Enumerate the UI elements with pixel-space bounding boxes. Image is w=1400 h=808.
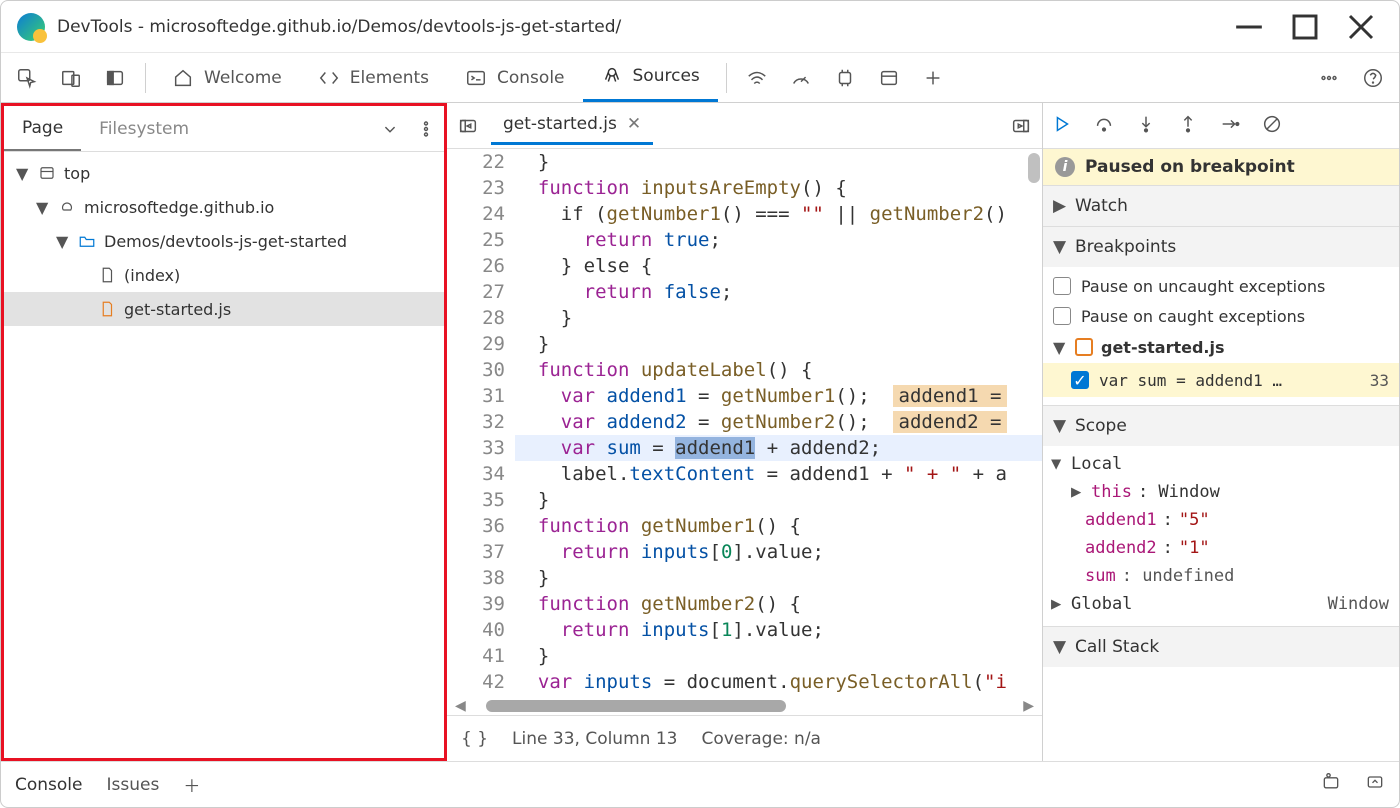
vertical-scrollbar[interactable] bbox=[1026, 149, 1042, 697]
scope-this[interactable]: ▶this: Window bbox=[1051, 478, 1389, 506]
add-drawer-tab[interactable]: ＋ bbox=[183, 772, 200, 797]
tree-top[interactable]: ▼top bbox=[4, 156, 444, 190]
drawer-console[interactable]: Console bbox=[15, 775, 83, 795]
debugger-pane: iPaused on breakpoint ▶Watch ▼Breakpoint… bbox=[1043, 103, 1399, 761]
drawer-issues[interactable]: Issues bbox=[107, 775, 160, 795]
tree-file-selected[interactable]: get-started.js bbox=[4, 292, 444, 326]
section-scope[interactable]: ▼Scope bbox=[1043, 406, 1399, 446]
performance-icon[interactable] bbox=[779, 54, 823, 102]
editor-status-bar: { } Line 33, Column 13 Coverage: n/a bbox=[447, 715, 1042, 761]
close-button[interactable] bbox=[1339, 11, 1383, 43]
add-tab-icon[interactable] bbox=[911, 54, 955, 102]
device-toolbar-icon[interactable] bbox=[49, 54, 93, 102]
tab-filesystem[interactable]: Filesystem bbox=[81, 106, 207, 151]
window: DevTools - microsoftedge.github.io/Demos… bbox=[0, 0, 1400, 808]
breakpoint-file[interactable]: ▼get-started.js bbox=[1053, 331, 1389, 363]
maximize-button[interactable] bbox=[1283, 11, 1327, 43]
minimize-button[interactable] bbox=[1227, 11, 1271, 43]
scope-addend2: addend2: "1" bbox=[1051, 534, 1389, 562]
tree-index[interactable]: (index) bbox=[4, 258, 444, 292]
tree-host[interactable]: ▼microsoftedge.github.io bbox=[4, 190, 444, 224]
paused-banner: iPaused on breakpoint bbox=[1043, 149, 1399, 185]
tab-sources[interactable]: Sources bbox=[583, 54, 718, 102]
pretty-print-icon[interactable]: { } bbox=[461, 729, 488, 749]
close-tab-icon[interactable]: ✕ bbox=[627, 114, 641, 134]
file-tree: ▼top ▼microsoftedge.github.io ▼Demos/dev… bbox=[4, 152, 444, 758]
tab-page[interactable]: Page bbox=[4, 106, 81, 151]
coverage-status: Coverage: n/a bbox=[701, 729, 821, 749]
step-button[interactable] bbox=[1219, 113, 1241, 139]
toggle-navigator-icon[interactable] bbox=[453, 102, 483, 150]
tab-welcome[interactable]: Welcome bbox=[154, 54, 300, 102]
cursor-position: Line 33, Column 13 bbox=[512, 729, 677, 749]
file-tab[interactable]: get-started.js✕ bbox=[491, 107, 653, 145]
step-out-button[interactable] bbox=[1177, 113, 1199, 139]
tree-folder[interactable]: ▼Demos/devtools-js-get-started bbox=[4, 224, 444, 258]
edge-devtools-icon bbox=[17, 13, 45, 41]
tab-elements[interactable]: Elements bbox=[300, 54, 447, 102]
scope-addend1: addend1: "5" bbox=[1051, 506, 1389, 534]
deactivate-breakpoints-button[interactable] bbox=[1261, 113, 1283, 139]
section-breakpoints[interactable]: ▼Breakpoints bbox=[1043, 227, 1399, 267]
chevron-down-icon[interactable] bbox=[372, 105, 408, 153]
dock-side-icon[interactable] bbox=[93, 54, 137, 102]
toggle-debugger-icon[interactable] bbox=[1006, 102, 1036, 150]
resume-button[interactable] bbox=[1051, 113, 1073, 139]
section-call-stack[interactable]: ▼Call Stack bbox=[1043, 627, 1399, 667]
step-into-button[interactable] bbox=[1135, 113, 1157, 139]
application-icon[interactable] bbox=[867, 54, 911, 102]
section-watch[interactable]: ▶Watch bbox=[1043, 186, 1399, 226]
scope-sum: sum: undefined bbox=[1051, 562, 1389, 590]
computed-styles-icon[interactable] bbox=[1321, 772, 1341, 797]
drawer-tabs: Console Issues ＋ bbox=[1, 761, 1399, 807]
titlebar: DevTools - microsoftedge.github.io/Demos… bbox=[1, 1, 1399, 53]
editor-pane: get-started.js✕ 22 } 23 function inputsA… bbox=[447, 103, 1043, 761]
more-tools-icon[interactable] bbox=[1307, 54, 1351, 102]
scope-global[interactable]: ▶GlobalWindow bbox=[1051, 590, 1389, 618]
js-file-icon bbox=[1075, 338, 1093, 356]
pause-caught-checkbox[interactable]: Pause on caught exceptions bbox=[1053, 301, 1389, 331]
more-options-icon[interactable] bbox=[408, 105, 444, 153]
pause-uncaught-checkbox[interactable]: Pause on uncaught exceptions bbox=[1053, 271, 1389, 301]
info-icon: i bbox=[1055, 157, 1075, 177]
navigator-pane: Page Filesystem ▼top ▼microsoftedge.gith… bbox=[1, 103, 447, 761]
tab-console[interactable]: Console bbox=[447, 54, 583, 102]
breakpoint-checkbox[interactable]: ✓ bbox=[1071, 371, 1089, 389]
expand-drawer-icon[interactable] bbox=[1365, 772, 1385, 797]
window-title: DevTools - microsoftedge.github.io/Demos… bbox=[57, 17, 1215, 37]
step-over-button[interactable] bbox=[1093, 113, 1115, 139]
inspect-element-icon[interactable] bbox=[5, 54, 49, 102]
main-tabs: Welcome Elements Console Sources bbox=[1, 53, 1399, 103]
horizontal-scrollbar[interactable]: ◀▶ bbox=[447, 697, 1042, 715]
code-editor[interactable]: 22 } 23 function inputsAreEmpty() { 24 i… bbox=[447, 149, 1042, 697]
memory-icon[interactable] bbox=[823, 54, 867, 102]
breakpoint-item[interactable]: ✓var sum = addend1 …33 bbox=[1043, 363, 1399, 397]
network-conditions-icon[interactable] bbox=[735, 54, 779, 102]
scope-local[interactable]: ▼Local bbox=[1051, 450, 1389, 478]
help-icon[interactable] bbox=[1351, 54, 1395, 102]
